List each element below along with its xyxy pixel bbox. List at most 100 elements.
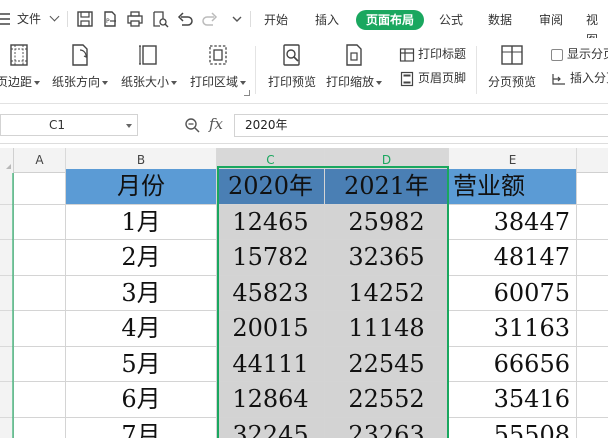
cell-f7[interactable] bbox=[577, 382, 608, 418]
tab-insert[interactable]: 插入 bbox=[315, 10, 339, 30]
insert-page-break-icon bbox=[552, 73, 565, 85]
cell-d6[interactable]: 22545 bbox=[325, 346, 449, 382]
export-pdf-icon[interactable]: P bbox=[101, 10, 119, 28]
print-titles-icon bbox=[399, 47, 415, 62]
cell-d8[interactable]: 23263 bbox=[325, 417, 449, 438]
cell-f3[interactable] bbox=[577, 240, 608, 276]
cell-f1[interactable] bbox=[577, 169, 608, 205]
redo-icon[interactable] bbox=[201, 10, 219, 28]
hamburger-menu-icon[interactable] bbox=[0, 10, 12, 28]
cell-a6[interactable] bbox=[14, 346, 66, 382]
cell-f5[interactable] bbox=[577, 311, 608, 347]
print-scale-label: 打印缩放 bbox=[325, 75, 374, 89]
cell-f4[interactable] bbox=[577, 276, 608, 311]
cell-f8[interactable] bbox=[577, 418, 608, 438]
save-icon[interactable] bbox=[76, 10, 94, 28]
insert-page-break-button[interactable]: 插入分页 bbox=[551, 69, 608, 87]
cell-a5[interactable] bbox=[14, 311, 66, 347]
cell-d5[interactable]: 11148 bbox=[325, 311, 449, 347]
cell-e2[interactable]: 38447 bbox=[449, 204, 577, 240]
tab-formulas[interactable]: 公式 bbox=[439, 10, 463, 30]
cell-b2[interactable]: 1月 bbox=[66, 204, 217, 240]
cell-d1[interactable]: 2021年 bbox=[325, 169, 449, 205]
header-footer-label: 页眉页脚 bbox=[418, 71, 467, 85]
cell-a8[interactable] bbox=[14, 417, 66, 438]
formula-input[interactable]: 2020年 bbox=[234, 114, 608, 137]
cell-c2[interactable]: 12465 bbox=[217, 204, 325, 240]
cell-b7[interactable]: 6月 bbox=[66, 382, 217, 418]
print-area-label: 打印区域 bbox=[189, 75, 238, 89]
print-preview-button[interactable]: 打印预览 bbox=[264, 42, 320, 98]
cell-a3[interactable] bbox=[14, 240, 66, 276]
page-break-preview-button[interactable]: 分页预览 bbox=[484, 42, 540, 98]
print-icon[interactable] bbox=[126, 10, 144, 28]
function-icon[interactable]: fx bbox=[209, 115, 223, 133]
paper-size-label: 纸张大小 bbox=[120, 75, 169, 89]
show-page-breaks-checkbox[interactable]: 显示分页 bbox=[551, 45, 608, 63]
cell-e7[interactable]: 35416 bbox=[449, 382, 577, 418]
cell-f6[interactable] bbox=[577, 347, 608, 382]
tab-page-layout[interactable]: 页面布局 bbox=[356, 10, 425, 30]
cell-a1[interactable] bbox=[14, 169, 66, 205]
paper-size-icon bbox=[139, 45, 157, 65]
tab-view[interactable]: 视图 bbox=[586, 10, 608, 47]
cell-e3[interactable]: 48147 bbox=[449, 240, 577, 276]
cell-b3[interactable]: 2月 bbox=[66, 240, 217, 276]
cell-d3[interactable]: 32365 bbox=[325, 240, 449, 276]
cell-b8[interactable]: 7月 bbox=[66, 417, 217, 438]
cell-c6[interactable]: 44111 bbox=[217, 346, 325, 382]
chevron-down-icon bbox=[376, 80, 382, 85]
file-menu-label: 文件 bbox=[17, 12, 42, 26]
cell-c7[interactable]: 12864 bbox=[217, 382, 325, 418]
paper-size-button[interactable]: 纸张大小 bbox=[118, 42, 180, 98]
cell-f2[interactable] bbox=[577, 205, 608, 240]
cell-e8[interactable]: 55508 bbox=[449, 417, 577, 438]
cell-a4[interactable] bbox=[14, 275, 66, 311]
show-page-breaks-label: 显示分页 bbox=[567, 47, 608, 61]
cell-b6[interactable]: 5月 bbox=[66, 346, 217, 382]
cell-c3[interactable]: 15782 bbox=[217, 240, 325, 276]
tab-home[interactable]: 开始 bbox=[264, 10, 288, 30]
print-area-button[interactable]: 打印区域 bbox=[186, 42, 250, 98]
page-setup-launcher-icon[interactable] bbox=[244, 90, 250, 96]
orientation-label: 纸张方向 bbox=[51, 75, 100, 89]
cell-c4[interactable]: 45823 bbox=[217, 275, 325, 311]
cell-b4[interactable]: 3月 bbox=[66, 275, 217, 311]
cell-e4[interactable]: 60075 bbox=[449, 275, 577, 311]
cell-c8[interactable]: 32245 bbox=[217, 417, 325, 438]
header-footer-button[interactable]: 页眉页脚 bbox=[399, 69, 466, 87]
cell-e5[interactable]: 31163 bbox=[449, 311, 577, 347]
margins-button[interactable]: 页边距 bbox=[0, 42, 44, 98]
name-box[interactable]: C1 bbox=[0, 114, 138, 136]
cell-d4[interactable]: 14252 bbox=[325, 275, 449, 311]
checkbox-icon bbox=[551, 48, 563, 61]
margins-icon bbox=[10, 44, 28, 66]
insert-page-break-label: 插入分页 bbox=[570, 71, 608, 85]
cell-d7[interactable]: 22552 bbox=[325, 382, 449, 418]
cell-e1[interactable]: 营业额 bbox=[449, 169, 577, 205]
cell-b5[interactable]: 4月 bbox=[66, 311, 217, 347]
cell-c5[interactable]: 20015 bbox=[217, 311, 325, 347]
cell-b1[interactable]: 月份 bbox=[66, 169, 217, 205]
cell-a7[interactable] bbox=[14, 382, 66, 418]
print-scale-button[interactable]: 打印缩放 bbox=[324, 42, 384, 98]
header-footer-icon bbox=[400, 71, 414, 86]
chevron-down-icon bbox=[34, 80, 40, 85]
tab-review[interactable]: 审阅 bbox=[539, 10, 563, 30]
tab-data[interactable]: 数据 bbox=[488, 10, 512, 30]
orientation-button[interactable]: 纸张方向 bbox=[48, 42, 112, 98]
chevron-down-icon bbox=[49, 11, 60, 22]
cell-c1[interactable]: 2020年 bbox=[217, 169, 325, 205]
print-titles-label: 打印标题 bbox=[418, 47, 467, 61]
cell-e6[interactable]: 66656 bbox=[449, 346, 577, 382]
print-preview-icon[interactable] bbox=[151, 10, 169, 28]
cell-a2[interactable] bbox=[14, 204, 66, 240]
quick-access-dropdown-icon[interactable] bbox=[228, 10, 242, 28]
file-menu[interactable]: 文件 bbox=[17, 10, 60, 28]
undo-icon[interactable] bbox=[176, 10, 194, 28]
orientation-icon bbox=[72, 44, 88, 66]
cell-d2[interactable]: 25982 bbox=[325, 204, 449, 240]
chevron-down-icon bbox=[102, 80, 108, 85]
print-titles-button[interactable]: 打印标题 bbox=[399, 45, 466, 63]
zoom-icon[interactable] bbox=[184, 117, 200, 133]
